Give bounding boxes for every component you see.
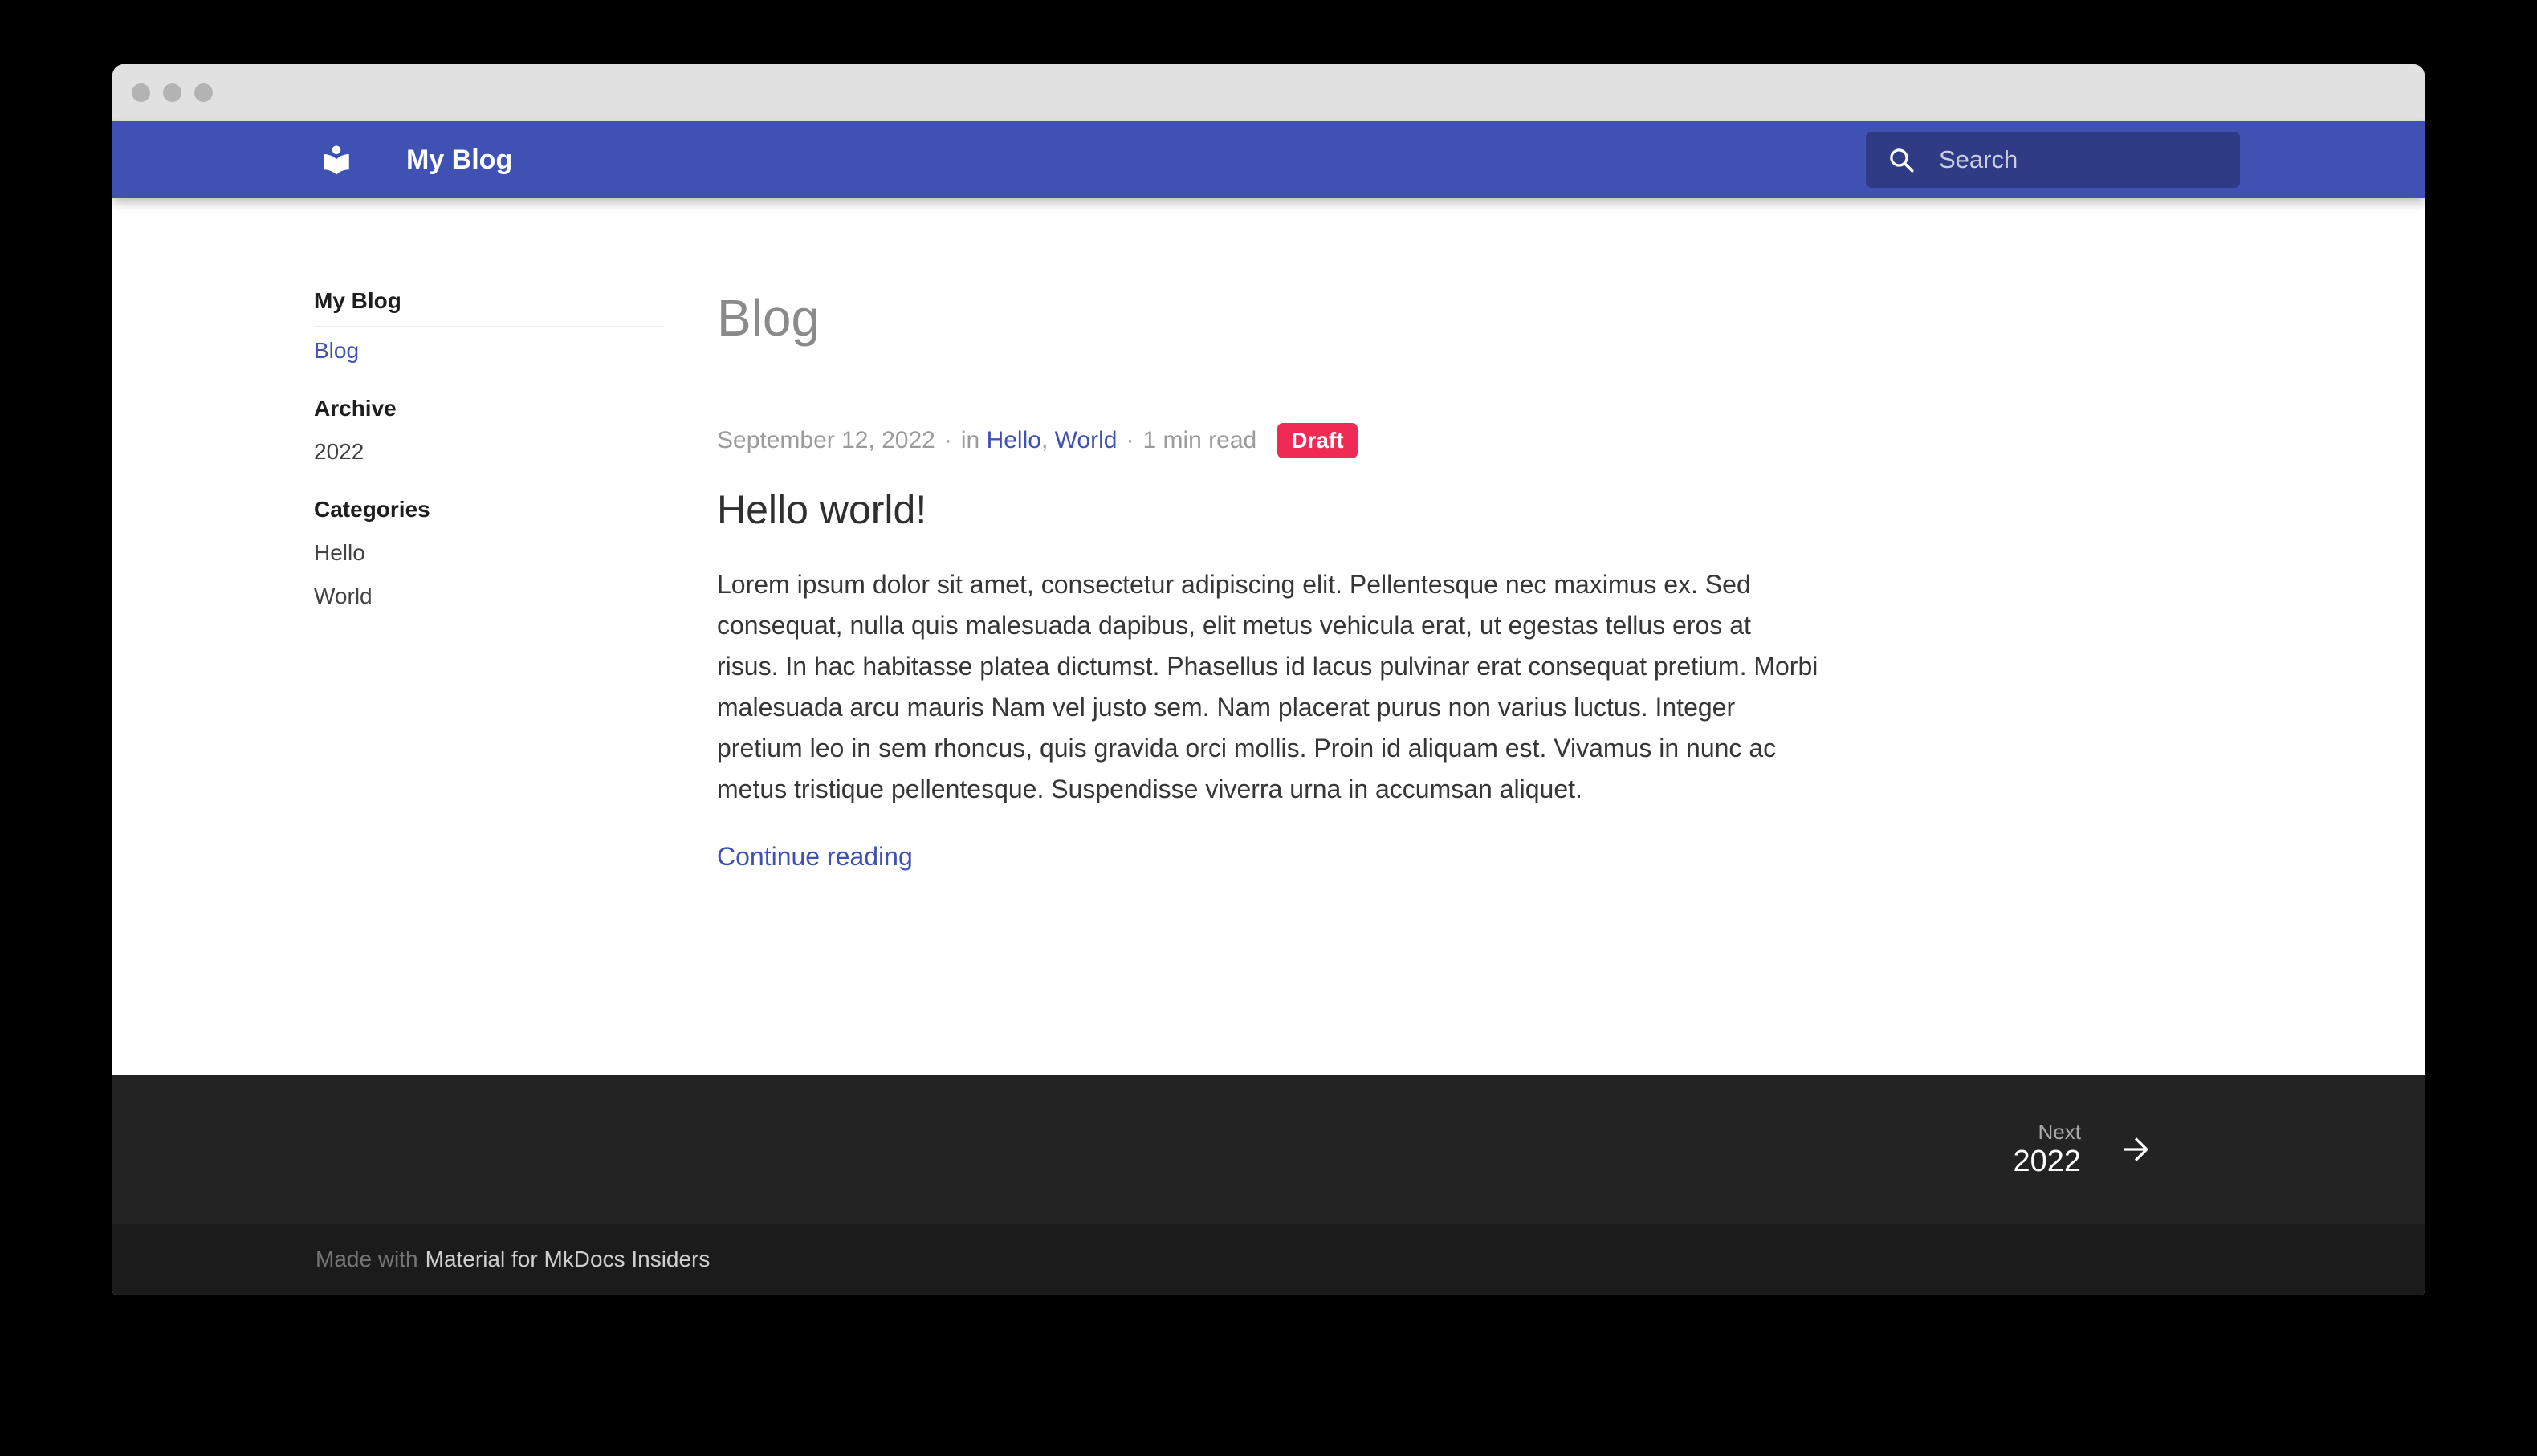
continue-reading-link[interactable]: Continue reading [717,842,913,872]
post-title: Hello world! [717,487,1825,532]
sidebar-navigation: My Blog Blog Archive 2022 Categories Hel… [314,289,664,608]
sidebar-item-world[interactable]: World [314,584,664,608]
sidebar-section-categories: Categories [314,498,664,522]
meta-separator: · [944,427,952,454]
arrow-forward-icon [2118,1132,2153,1167]
page-title: Blog [717,291,1825,344]
search-icon [1887,145,1916,175]
footer-next-label: Next [2013,1120,2081,1144]
footer-meta-bar: Made with Material for MkDocs Insiders [112,1224,2425,1295]
sidebar-section-archive: Archive [314,397,664,421]
page-content: My Blog Blog Archive 2022 Categories Hel… [112,198,2425,1075]
browser-window: My Blog My Blog Blog Archive 2022 Catego… [112,64,2425,1295]
post-meta: September 12, 2022 · in Hello , World · … [717,423,1825,458]
draft-badge: Draft [1277,423,1357,458]
post-read-time: 1 min read [1142,427,1256,454]
sidebar-site-title: My Blog [314,289,664,327]
post-excerpt: Lorem ipsum dolor sit amet, consectetur … [717,564,1818,810]
post-in-label: in [961,427,979,454]
post-date: September 12, 2022 [717,427,935,454]
blog-article: Blog September 12, 2022 · in Hello , Wor… [717,198,1825,872]
header-site-title[interactable]: My Blog [406,144,512,176]
post-category-hello-link[interactable]: Hello [987,427,1041,454]
window-minimize-dot[interactable] [163,83,181,102]
sidebar-item-2022[interactable]: 2022 [314,440,664,464]
sidebar-item-blog[interactable]: Blog [314,339,664,363]
window-zoom-dot[interactable] [194,83,213,102]
category-comma: , [1041,427,1048,454]
site-logo-icon [320,143,353,177]
window-titlebar [112,64,2425,121]
search-box[interactable] [1866,132,2240,188]
generator-link[interactable]: Material for MkDocs Insiders [426,1247,711,1272]
window-close-dot[interactable] [132,83,150,102]
footer-navigation: Next 2022 [112,1075,2425,1224]
sidebar-item-hello[interactable]: Hello [314,541,664,565]
footer-next-target: 2022 [2013,1144,2081,1179]
footer-next-link[interactable]: Next 2022 [2013,1120,2153,1179]
post-category-world-link[interactable]: World [1055,427,1118,454]
meta-separator: · [1126,427,1134,454]
made-with-label: Made with [316,1247,418,1272]
app-header: My Blog [112,121,2425,198]
search-input[interactable] [1937,144,2240,175]
